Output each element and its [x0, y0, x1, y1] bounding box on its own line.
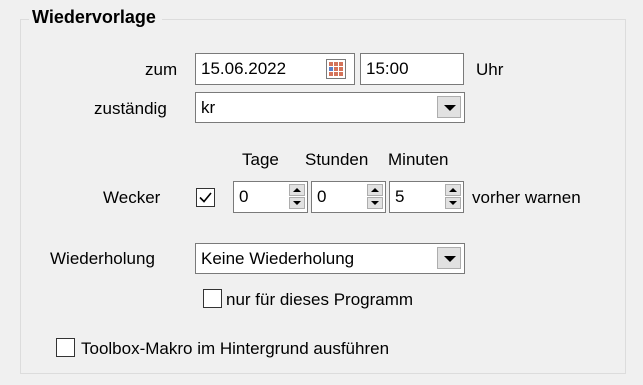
hours-spinner[interactable]: 0 — [311, 181, 386, 213]
minutes-value: 5 — [395, 187, 405, 206]
days-spin-buttons[interactable] — [289, 184, 305, 210]
toolbox-checkbox[interactable] — [56, 338, 75, 357]
repeat-select[interactable]: Keine Wiederholung — [195, 243, 465, 274]
chevron-down-icon[interactable] — [437, 96, 461, 118]
alarm-suffix-label: vorher warnen — [472, 188, 581, 207]
col-hours-label: Stunden — [305, 150, 369, 169]
minutes-spinner[interactable]: 5 — [389, 181, 464, 213]
group-title: Wiedervorlage — [29, 7, 162, 28]
spin-down-icon[interactable] — [445, 197, 461, 209]
responsible-select[interactable]: kr — [195, 92, 465, 123]
spin-down-icon[interactable] — [367, 197, 383, 209]
calendar-icon[interactable] — [326, 59, 346, 79]
spin-down-icon[interactable] — [289, 197, 305, 209]
days-value: 0 — [239, 187, 249, 206]
minutes-spin-buttons[interactable] — [445, 184, 461, 210]
spin-up-icon[interactable] — [445, 184, 461, 196]
program-only-label: nur für dieses Programm — [226, 290, 414, 309]
repeat-label: Wiederholung — [50, 249, 155, 268]
repeat-value: Keine Wiederholung — [201, 249, 355, 268]
spin-up-icon[interactable] — [367, 184, 383, 196]
time-unit-label: Uhr — [476, 60, 504, 79]
alarm-checkbox[interactable] — [196, 188, 215, 207]
program-only-checkbox[interactable] — [203, 289, 222, 308]
alarm-label: Wecker — [103, 188, 161, 207]
col-minutes-label: Minuten — [388, 150, 449, 169]
hours-spin-buttons[interactable] — [367, 184, 383, 210]
chevron-down-icon[interactable] — [437, 247, 461, 269]
col-days-label: Tage — [242, 150, 279, 169]
time-field[interactable]: 15:00 — [360, 53, 464, 85]
time-value: 15:00 — [366, 59, 409, 78]
checkmark-icon — [199, 192, 212, 203]
toolbox-label: Toolbox-Makro im Hintergrund ausführen — [81, 339, 390, 358]
date-value: 15.06.2022 — [201, 59, 287, 78]
date-label: zum — [145, 60, 178, 79]
responsible-label: zuständig — [94, 99, 167, 118]
hours-value: 0 — [317, 187, 327, 206]
date-field[interactable]: 15.06.2022 — [195, 53, 355, 85]
spin-up-icon[interactable] — [289, 184, 305, 196]
responsible-value: kr — [201, 98, 216, 117]
days-spinner[interactable]: 0 — [233, 181, 308, 213]
